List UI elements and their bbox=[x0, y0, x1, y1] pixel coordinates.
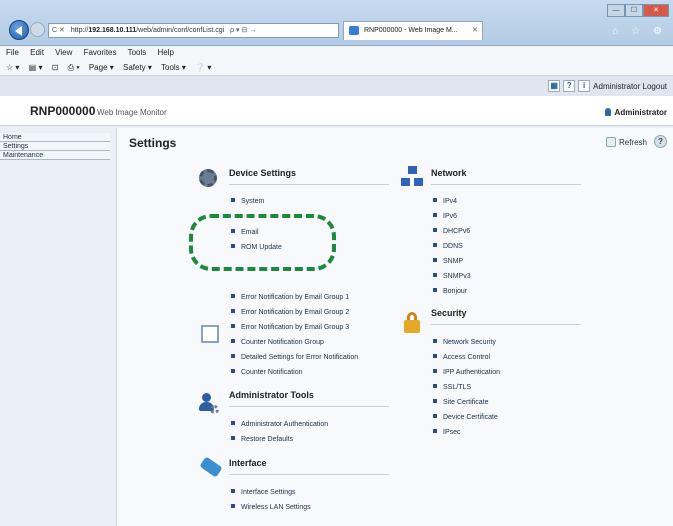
menu-edit[interactable]: Edit bbox=[30, 48, 44, 57]
link-system[interactable]: System bbox=[231, 198, 264, 205]
link-ipv4[interactable]: IPv4 bbox=[433, 198, 457, 205]
device-settings-heading: Device Settings bbox=[229, 168, 297, 178]
print-icon[interactable]: ⎙ ▾ bbox=[68, 63, 80, 72]
refresh-button[interactable]: Refresh bbox=[605, 137, 647, 147]
divider bbox=[431, 184, 581, 185]
administrator-tools-heading: Administrator Tools bbox=[229, 390, 314, 400]
gear-icon bbox=[199, 169, 217, 187]
link-ssl-tls[interactable]: SSL/TLS bbox=[433, 384, 471, 391]
link-wireless-lan-settings[interactable]: Wireless LAN Settings bbox=[231, 504, 311, 511]
link-access-control[interactable]: Access Control bbox=[433, 354, 490, 361]
lock-icon bbox=[404, 312, 420, 333]
command-bar: ☆ ▾ ▤ ▾ ⊡ ⎙ ▾ Page ▾ Safety ▾ Tools ▾ ❔ … bbox=[0, 60, 673, 76]
browser-titlebar: C ✕ http://192.168.10.111/web/admin/conf… bbox=[0, 0, 673, 46]
notification-page-icon bbox=[201, 325, 219, 343]
url-prefix: http:// bbox=[70, 27, 89, 34]
link-administrator-authentication[interactable]: Administrator Authentication bbox=[231, 421, 328, 428]
web-page: ▦ ? i Administrator Logout RNP000000 Web… bbox=[0, 76, 673, 526]
link-snmpv3[interactable]: SNMPv3 bbox=[433, 273, 471, 280]
link-interface-settings[interactable]: Interface Settings bbox=[231, 489, 295, 496]
link-ipv6[interactable]: IPv6 bbox=[433, 213, 457, 220]
address-actions[interactable]: ρ ▾ ⊟ → bbox=[230, 27, 256, 34]
menu-view[interactable]: View bbox=[55, 48, 72, 57]
minimize-button[interactable]: — bbox=[607, 4, 625, 17]
page-icon bbox=[349, 26, 359, 35]
menu-bar: File Edit View Favorites Tools Help bbox=[0, 46, 673, 60]
link-detailed-error-notification[interactable]: Detailed Settings for Error Notification bbox=[231, 354, 358, 361]
menu-favorites[interactable]: Favorites bbox=[84, 48, 117, 57]
link-ddns[interactable]: DDNS bbox=[433, 243, 463, 250]
safety-menu[interactable]: Safety ▾ bbox=[123, 63, 152, 72]
close-window-button[interactable]: ✕ bbox=[643, 4, 669, 17]
user-icon bbox=[604, 108, 611, 116]
user-name: Administrator bbox=[614, 108, 667, 117]
product-bar: RNP000000 Web Image Monitor Administrato… bbox=[0, 96, 673, 126]
home-favorites-settings-icons[interactable]: ⌂ ☆ ⚙ bbox=[612, 26, 667, 37]
highlight-annotation bbox=[189, 214, 336, 271]
link-snmp[interactable]: SNMP bbox=[433, 258, 463, 265]
window-controls: — ☐ ✕ bbox=[607, 4, 669, 17]
tab-close-icon[interactable]: ✕ bbox=[472, 22, 478, 39]
maximize-button[interactable]: ☐ bbox=[625, 4, 643, 17]
feeds-icon[interactable]: ▤ ▾ bbox=[29, 63, 43, 72]
back-button[interactable] bbox=[9, 20, 29, 40]
link-network-security[interactable]: Network Security bbox=[433, 339, 496, 346]
user-label: Administrator bbox=[604, 108, 667, 117]
tools-menu[interactable]: Tools ▾ bbox=[161, 63, 186, 72]
top-right-controls: ▦ ? i Administrator Logout bbox=[548, 80, 667, 92]
link-counter-notification-group[interactable]: Counter Notification Group bbox=[231, 339, 324, 346]
status-icon[interactable]: ▦ bbox=[548, 80, 561, 92]
menu-help[interactable]: Help bbox=[158, 48, 174, 57]
link-bonjour[interactable]: Bonjour bbox=[433, 288, 467, 295]
menu-tools[interactable]: Tools bbox=[128, 48, 147, 57]
network-heading: Network bbox=[431, 168, 467, 178]
link-site-certificate[interactable]: Site Certificate bbox=[433, 399, 489, 406]
address-controls[interactable]: C ✕ bbox=[52, 27, 65, 34]
sidebar: Home Settings Maintenance bbox=[0, 133, 110, 160]
help-menu-icon[interactable]: ❔ ▾ bbox=[195, 63, 211, 72]
refresh-label: Refresh bbox=[618, 138, 647, 147]
sidebar-item-maintenance[interactable]: Maintenance bbox=[0, 151, 110, 160]
wim-top-bar: ▦ ? i Administrator Logout bbox=[0, 76, 673, 96]
refresh-icon bbox=[605, 137, 616, 147]
product-name: RNP000000 bbox=[30, 104, 96, 118]
logout-link[interactable]: Administrator Logout bbox=[593, 82, 667, 91]
url-host: 192.168.10.111 bbox=[88, 27, 137, 34]
admin-tools-icon bbox=[199, 393, 221, 415]
divider bbox=[229, 474, 389, 475]
page-help-icon[interactable]: ? bbox=[654, 135, 667, 148]
security-heading: Security bbox=[431, 308, 467, 318]
page-menu[interactable]: Page ▾ bbox=[89, 63, 114, 72]
page-title: Settings bbox=[129, 136, 177, 150]
main-content: Settings Refresh ? Device Settings Syste… bbox=[116, 128, 673, 526]
link-error-notification-group-1[interactable]: Error Notification by Email Group 1 bbox=[231, 294, 349, 301]
divider bbox=[229, 406, 389, 407]
link-ipp-authentication[interactable]: IPP Authentication bbox=[433, 369, 500, 376]
info-icon[interactable]: i bbox=[578, 80, 591, 92]
help-icon[interactable]: ? bbox=[563, 80, 576, 92]
interface-heading: Interface bbox=[229, 458, 267, 468]
divider bbox=[431, 324, 581, 325]
link-error-notification-group-3[interactable]: Error Notification by Email Group 3 bbox=[231, 324, 349, 331]
network-icon bbox=[401, 166, 423, 188]
app-name: Web Image Monitor bbox=[97, 108, 167, 117]
url-path: /web/admin/conf/confList.cgi bbox=[136, 27, 225, 34]
menu-file[interactable]: File bbox=[6, 48, 19, 57]
tab-title: RNP000000 - Web Image M... bbox=[364, 27, 458, 34]
divider bbox=[229, 184, 389, 185]
favorites-star-icon[interactable]: ☆ ▾ bbox=[6, 63, 19, 72]
mail-icon[interactable]: ⊡ bbox=[52, 63, 59, 72]
link-dhcpv6[interactable]: DHCPv6 bbox=[433, 228, 470, 235]
interface-cable-icon bbox=[199, 456, 223, 478]
sidebar-item-settings[interactable]: Settings bbox=[0, 142, 110, 151]
browser-tab[interactable]: RNP000000 - Web Image M... ✕ bbox=[343, 21, 483, 40]
link-restore-defaults[interactable]: Restore Defaults bbox=[231, 436, 293, 443]
link-error-notification-group-2[interactable]: Error Notification by Email Group 2 bbox=[231, 309, 349, 316]
forward-button[interactable] bbox=[30, 22, 45, 37]
link-device-certificate[interactable]: Device Certificate bbox=[433, 414, 498, 421]
link-counter-notification[interactable]: Counter Notification bbox=[231, 369, 302, 376]
address-bar[interactable]: C ✕ http://192.168.10.111/web/admin/conf… bbox=[48, 23, 339, 38]
sidebar-item-home[interactable]: Home bbox=[0, 133, 110, 142]
link-ipsec[interactable]: IPsec bbox=[433, 429, 461, 436]
